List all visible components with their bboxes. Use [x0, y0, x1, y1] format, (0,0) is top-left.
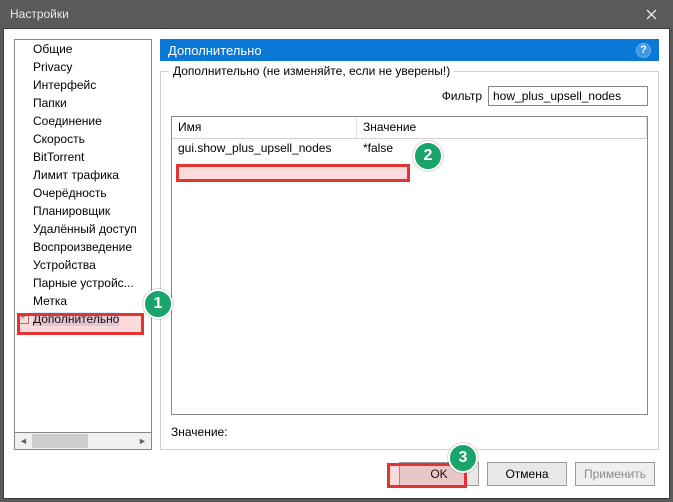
- sidebar-item-label: Интерфейс: [33, 78, 96, 92]
- sidebar-item-label: Соединение: [33, 114, 102, 128]
- sidebar-item-2[interactable]: Интерфейс: [15, 76, 151, 94]
- tree-hscrollbar[interactable]: ◄ ►: [14, 433, 152, 450]
- ok-button[interactable]: OK: [399, 462, 479, 486]
- sidebar-item-label: Планировщик: [33, 204, 110, 218]
- sidebar-item-5[interactable]: Скорость: [15, 130, 151, 148]
- scroll-right-icon[interactable]: ►: [134, 433, 151, 449]
- sidebar-item-label: BitTorrent: [33, 150, 84, 164]
- sidebar-item-label: Удалённый доступ: [33, 222, 137, 236]
- section-title: Дополнительно: [168, 43, 262, 58]
- table-row[interactable]: gui.show_plus_upsell_nodes*false: [172, 139, 647, 157]
- col-value-header[interactable]: Значение: [357, 117, 647, 138]
- sidebar-item-6[interactable]: BitTorrent: [15, 148, 151, 166]
- table-body[interactable]: gui.show_plus_upsell_nodes*false: [172, 139, 647, 414]
- table-header[interactable]: Имя Значение: [172, 117, 647, 139]
- close-button[interactable]: [629, 0, 673, 28]
- settings-table[interactable]: Имя Значение gui.show_plus_upsell_nodes*…: [171, 116, 648, 415]
- sidebar-item-1[interactable]: Privacy: [15, 58, 151, 76]
- cancel-button[interactable]: Отмена: [487, 462, 567, 486]
- sidebar-item-label: Общие: [33, 42, 72, 56]
- sidebar-item-10[interactable]: Удалённый доступ: [15, 220, 151, 238]
- sidebar-item-4[interactable]: Соединение: [15, 112, 151, 130]
- advanced-groupbox: Дополнительно (не изменяйте, если не уве…: [160, 71, 659, 450]
- sidebar-item-label: Скорость: [33, 132, 85, 146]
- help-icon[interactable]: ?: [636, 43, 651, 58]
- col-name-header[interactable]: Имя: [172, 117, 357, 138]
- sidebar-item-label: Папки: [33, 96, 67, 110]
- sidebar-item-label: Privacy: [33, 60, 72, 74]
- filter-input[interactable]: [488, 86, 648, 106]
- sidebar-item-12[interactable]: Устройства: [15, 256, 151, 274]
- titlebar: Настройки: [0, 0, 673, 28]
- scroll-track[interactable]: [32, 433, 134, 449]
- sidebar-item-9[interactable]: Планировщик: [15, 202, 151, 220]
- scroll-thumb[interactable]: [32, 434, 88, 448]
- scroll-left-icon[interactable]: ◄: [15, 433, 32, 449]
- window-title: Настройки: [10, 7, 69, 21]
- close-icon: [646, 9, 657, 20]
- sidebar-item-3[interactable]: Папки: [15, 94, 151, 112]
- sidebar-item-0[interactable]: Общие: [15, 40, 151, 58]
- sidebar-item-label: Парные устройс...: [33, 276, 134, 290]
- client-area: Общие Privacy Интерфейс Папки Соединение Скор…: [3, 28, 670, 499]
- sidebar-item-14[interactable]: Метка: [15, 292, 151, 310]
- value-label: Значение:: [171, 425, 228, 439]
- apply-button: Применить: [575, 462, 655, 486]
- sidebar-item-13[interactable]: Парные устройс...: [15, 274, 151, 292]
- cell-value: *false: [357, 141, 647, 155]
- sidebar-item-label: Воспроизведение: [33, 240, 132, 254]
- sidebar-item-label: Устройства: [33, 258, 96, 272]
- sidebar-item-15[interactable]: Дополнительно: [15, 310, 151, 328]
- sidebar-item-label: Дополнительно: [33, 312, 119, 326]
- sidebar-item-label: Очерёдность: [33, 186, 107, 200]
- section-title-bar: Дополнительно ?: [160, 39, 659, 61]
- groupbox-label: Дополнительно (не изменяйте, если не уве…: [169, 64, 454, 78]
- sidebar-item-label: Метка: [33, 294, 67, 308]
- category-tree[interactable]: Общие Privacy Интерфейс Папки Соединение Скор…: [14, 39, 152, 433]
- sidebar-item-8[interactable]: Очерёдность: [15, 184, 151, 202]
- sidebar-item-label: Лимит трафика: [33, 168, 119, 182]
- filter-label: Фильтр: [442, 89, 482, 103]
- sidebar-item-7[interactable]: Лимит трафика: [15, 166, 151, 184]
- cell-name: gui.show_plus_upsell_nodes: [172, 141, 357, 155]
- sidebar-item-11[interactable]: Воспроизведение: [15, 238, 151, 256]
